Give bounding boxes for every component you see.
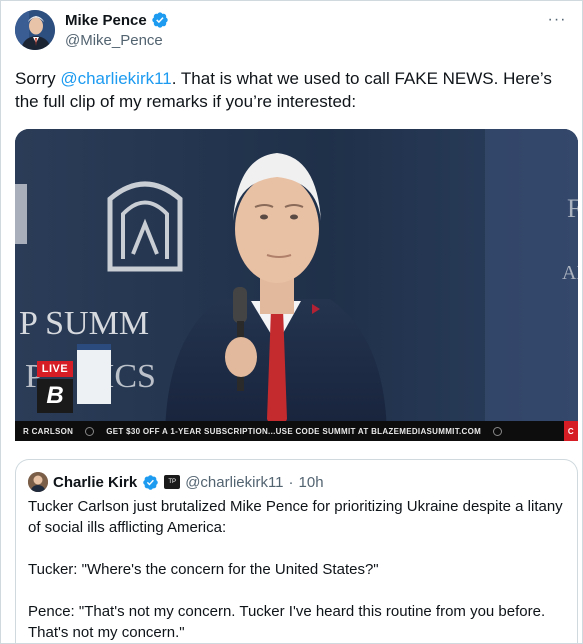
author-handle[interactable]: @Mike_Pence: [65, 32, 169, 49]
verified-badge-icon: [142, 474, 159, 491]
video-frame: P SUMM P ICS F AL: [15, 129, 578, 441]
quoted-paragraph: Tucker: "Where's the concern for the Uni…: [28, 561, 379, 578]
quoted-tweet-time[interactable]: 10h: [299, 474, 324, 491]
affiliate-badge-icon[interactable]: TP: [164, 475, 181, 489]
author-avatar[interactable]: [15, 10, 55, 50]
live-badge: LIVE: [37, 361, 73, 377]
quoted-author-avatar[interactable]: [28, 472, 48, 492]
video-player[interactable]: P SUMM P ICS F AL: [15, 129, 578, 441]
author-info: Mike Pence @Mike_Pence: [65, 10, 169, 49]
quoted-tweet[interactable]: Charlie Kirk TP @charliekirk11 · 10h Tuc…: [15, 459, 578, 644]
ticker-name: R CARLSON: [23, 426, 74, 436]
news-ticker: R CARLSON GET $30 OFF A 1-YEAR SUBSCRIPT…: [15, 421, 578, 441]
tweet-card: Mike Pence @Mike_Pence ··· Sorry @charli…: [0, 0, 583, 644]
quoted-paragraph: Pence: "That's not my concern. Tucker I'…: [28, 603, 546, 641]
quoted-author-name[interactable]: Charlie Kirk: [53, 474, 137, 491]
quoted-tweet-header: Charlie Kirk TP @charliekirk11 · 10h: [28, 472, 324, 492]
tweet-text-start: Sorry: [15, 69, 61, 88]
backdrop-text-summit: P SUMM: [19, 305, 149, 342]
quoted-author-handle[interactable]: @charliekirk11: [185, 474, 283, 491]
svg-text:F: F: [567, 194, 578, 223]
quoted-tweet-text: Tucker Carlson just brutalized Mike Penc…: [28, 496, 576, 643]
author-display-name[interactable]: Mike Pence: [65, 12, 147, 29]
ticker-separator-icon: [85, 426, 95, 436]
svg-text:AL: AL: [562, 262, 578, 284]
mention-link[interactable]: @charliekirk11: [60, 69, 171, 88]
more-options-icon[interactable]: ···: [546, 11, 568, 29]
tweet-text: Sorry @charliekirk11. That is what we us…: [15, 67, 580, 113]
ticker-separator-icon: [493, 426, 503, 436]
blaze-logo: B: [37, 379, 73, 413]
quoted-paragraph: Tucker Carlson just brutalized Mike Penc…: [28, 498, 563, 536]
meta-separator: ·: [288, 473, 294, 491]
ticker-promo: GET $30 OFF A 1-YEAR SUBSCRIPTION...USE …: [106, 426, 482, 436]
ticker-end-logo: C: [563, 421, 578, 441]
verified-badge-icon: [151, 11, 169, 29]
